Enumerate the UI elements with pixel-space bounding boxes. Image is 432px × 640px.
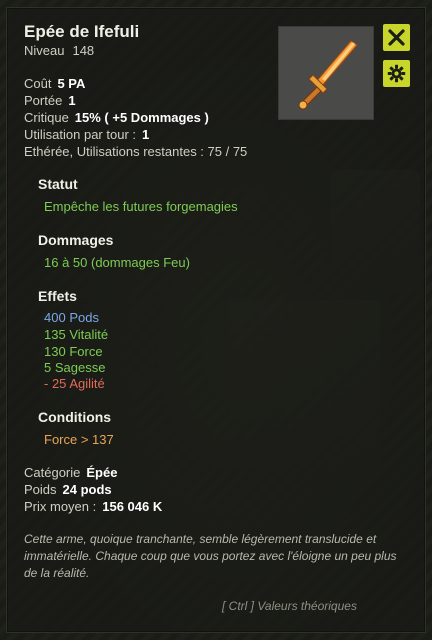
effect-value: 400 [44,310,66,325]
cost-value: 5 PA [57,76,86,91]
level-label: Niveau [24,43,65,58]
effect-line: 135 Vitalité [44,327,108,342]
usage-value: 1 [142,127,150,142]
range-value: 1 [68,93,76,108]
effect-line: - 25 Agilité [44,376,105,391]
effect-line: 5 Sagesse [44,360,105,375]
category-line: Catégorie Épée [24,465,117,480]
effect-line: 130 Force [44,344,103,359]
effect-label: Force [69,344,103,359]
effect-label: Vitalité [69,327,109,342]
close-button[interactable] [383,24,410,51]
price-label: Prix moyen : [24,499,97,514]
effect-line: 400 Pods [44,310,99,325]
effect-value: 130 [44,344,66,359]
ctrl-theoretical-hint[interactable]: [ Ctrl ] Valeurs théoriques [222,599,357,613]
critical-line: Critique 15% ( +5 Dommages ) [24,110,209,125]
settings-button[interactable] [383,60,410,87]
item-description: Cette arme, quoique tranchante, semble l… [24,532,397,580]
damage-text: 16 à 50 (dommages Feu) [44,255,190,270]
range-label: Portée [24,93,63,108]
effect-label: Agilité [69,376,105,391]
conditions-text: Force > 137 [44,432,114,447]
effect-value: 5 [44,360,52,375]
effects-title: Effets [38,288,77,304]
status-title: Statut [38,176,78,192]
status-text: Empêche les futures forgemagies [44,199,238,214]
item-name: Epée de Ifefuli [24,22,140,41]
close-icon [388,29,405,46]
damage-title: Dommages [38,232,114,248]
weight-label: Poids [24,482,57,497]
ethereal-line: Ethérée, Utilisations restantes : 75 / 7… [24,144,248,159]
gear-icon [387,64,406,83]
usage-label: Utilisation par tour : [24,127,136,142]
usage-line: Utilisation par tour : 1 [24,127,149,142]
category-label: Catégorie [24,465,81,480]
level-value: 148 [72,43,95,58]
critical-label: Critique [24,110,69,125]
effect-value: 135 [44,327,66,342]
item-image [278,26,374,120]
effect-value: - 25 [44,376,67,391]
critical-value: 15% ( +5 Dommages ) [74,110,209,125]
item-level: Niveau 148 [24,43,94,58]
weight-line: Poids 24 pods [24,482,112,497]
price-line: Prix moyen : 156 046 K [24,499,162,514]
range-line: Portée 1 [24,93,76,108]
conditions-title: Conditions [38,409,112,425]
sword-icon [298,40,358,110]
weight-value: 24 pods [62,482,112,497]
price-value: 156 046 K [102,499,163,514]
category-value: Épée [86,465,118,480]
cost-label: Coût [24,76,52,91]
effect-label: Pods [69,310,99,325]
cost-line: Coût 5 PA [24,76,85,91]
effect-label: Sagesse [54,360,106,375]
